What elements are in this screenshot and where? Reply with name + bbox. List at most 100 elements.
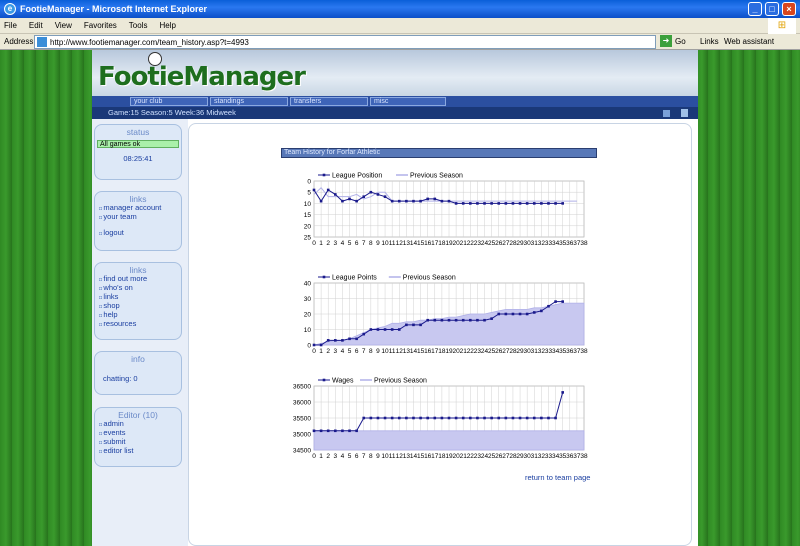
- link-logout[interactable]: logout: [99, 229, 181, 238]
- x-tick-label: 7: [362, 348, 366, 355]
- data-point: [341, 429, 344, 433]
- data-point: [312, 188, 316, 192]
- data-point: [334, 339, 337, 342]
- data-point: [511, 416, 515, 420]
- address-input[interactable]: http://www.footiemanager.com/team_histor…: [34, 35, 656, 49]
- editor-box: Editor (10) admin events submit editor l…: [94, 407, 182, 467]
- data-point: [476, 202, 479, 205]
- data-point: [362, 416, 366, 420]
- link-your-team[interactable]: your team: [99, 213, 181, 222]
- data-point: [518, 312, 522, 316]
- data-point: [405, 323, 408, 327]
- data-point: [419, 416, 422, 420]
- menu-tools[interactable]: Tools: [129, 21, 148, 30]
- site-logo[interactable]: FootieManager: [98, 62, 306, 92]
- data-point: [341, 199, 344, 203]
- data-point: [376, 416, 380, 420]
- x-tick-label: 2: [326, 240, 330, 247]
- data-point: [483, 416, 486, 420]
- nav-misc[interactable]: misc: [370, 97, 446, 106]
- x-tick-label: 8: [369, 348, 373, 355]
- y-tick-label: 35500: [293, 416, 311, 423]
- menu-file[interactable]: File: [4, 21, 17, 30]
- link-editor-list[interactable]: editor list: [99, 447, 181, 456]
- game-info-bar: Game:15 Season:5 Week:36 Midweek: [92, 107, 698, 119]
- data-point: [326, 429, 330, 433]
- y-tick-label: 0: [307, 343, 311, 350]
- data-point: [532, 202, 536, 205]
- legend-marker: [322, 378, 326, 382]
- data-point: [497, 202, 501, 205]
- settings-icon[interactable]: [663, 110, 670, 117]
- menu-favorites[interactable]: Favorites: [84, 21, 117, 30]
- data-point: [383, 195, 387, 198]
- document-icon[interactable]: [681, 109, 688, 117]
- nav-transfers[interactable]: transfers: [290, 97, 368, 106]
- nav-standings[interactable]: standings: [210, 97, 288, 106]
- legend-marker: [322, 173, 326, 177]
- go-button[interactable]: ➜ Go: [660, 35, 686, 47]
- x-tick-label: 38: [580, 240, 588, 247]
- chatting-count[interactable]: chatting: 0: [103, 374, 181, 383]
- data-point: [376, 193, 380, 196]
- y-tick-label: 15: [304, 212, 312, 219]
- y-tick-label: 0: [307, 179, 311, 186]
- link-resources[interactable]: resources: [99, 320, 181, 329]
- data-point: [326, 188, 330, 192]
- legend-label: Previous Season: [374, 378, 427, 385]
- x-tick-label: 0: [312, 453, 316, 460]
- data-point: [497, 416, 501, 420]
- windows-logo-icon: ⊞: [768, 18, 796, 34]
- data-point: [490, 202, 493, 205]
- data-point: [454, 318, 458, 322]
- data-point: [547, 202, 550, 205]
- status-ok-badge: All games ok: [97, 140, 179, 148]
- data-point: [461, 416, 465, 420]
- status-title: status: [126, 127, 150, 137]
- data-point: [504, 202, 508, 205]
- legend-label: Previous Season: [403, 275, 456, 282]
- data-point: [454, 202, 458, 205]
- data-point: [319, 343, 323, 347]
- status-box: status All games ok 08:25:41: [94, 124, 182, 180]
- web-assistant[interactable]: Web assistant: [724, 37, 774, 46]
- data-point: [547, 416, 550, 420]
- data-point: [383, 328, 387, 331]
- data-point: [554, 416, 557, 420]
- data-point: [319, 429, 323, 433]
- data-point: [383, 416, 387, 420]
- data-point: [334, 193, 337, 196]
- x-tick-label: 7: [362, 453, 366, 460]
- y-tick-label: 40: [304, 281, 312, 288]
- y-tick-label: 5: [307, 190, 311, 197]
- maximize-button[interactable]: □: [765, 2, 779, 16]
- nav-your-club[interactable]: your club: [130, 97, 208, 106]
- data-point: [540, 202, 543, 205]
- data-point: [355, 429, 358, 433]
- x-tick-label: 2: [326, 348, 330, 355]
- minimize-button[interactable]: _: [748, 2, 762, 16]
- x-tick-label: 1: [319, 348, 323, 355]
- y-tick-label: 10: [304, 327, 312, 334]
- address-url: http://www.footiemanager.com/team_histor…: [50, 37, 249, 47]
- menu-edit[interactable]: Edit: [29, 21, 43, 30]
- data-point: [348, 337, 351, 341]
- y-tick-label: 20: [304, 223, 312, 230]
- menu-view[interactable]: View: [55, 21, 72, 30]
- data-point: [412, 416, 415, 420]
- site-nav: your club standings transfers misc: [92, 96, 698, 107]
- data-point: [412, 199, 415, 203]
- history-charts: 0 1 2 3 4 5 6 7 8 9 10 11 12 13 14 15 16 17 18 19 20 21 22 23 24…: [293, 173, 588, 461]
- y-tick-label: 30: [304, 296, 312, 303]
- data-point: [397, 328, 401, 331]
- return-to-team-link[interactable]: return to team page: [525, 473, 590, 482]
- menu-help[interactable]: Help: [159, 21, 175, 30]
- data-point: [483, 202, 486, 205]
- x-tick-label: 2: [326, 453, 330, 460]
- close-button[interactable]: ×: [782, 2, 796, 16]
- links-toolbar[interactable]: Links: [700, 37, 719, 46]
- x-tick-label: 8: [369, 453, 373, 460]
- y-tick-label: 36500: [293, 384, 311, 391]
- data-point: [469, 202, 472, 205]
- x-tick-label: 3: [334, 453, 338, 460]
